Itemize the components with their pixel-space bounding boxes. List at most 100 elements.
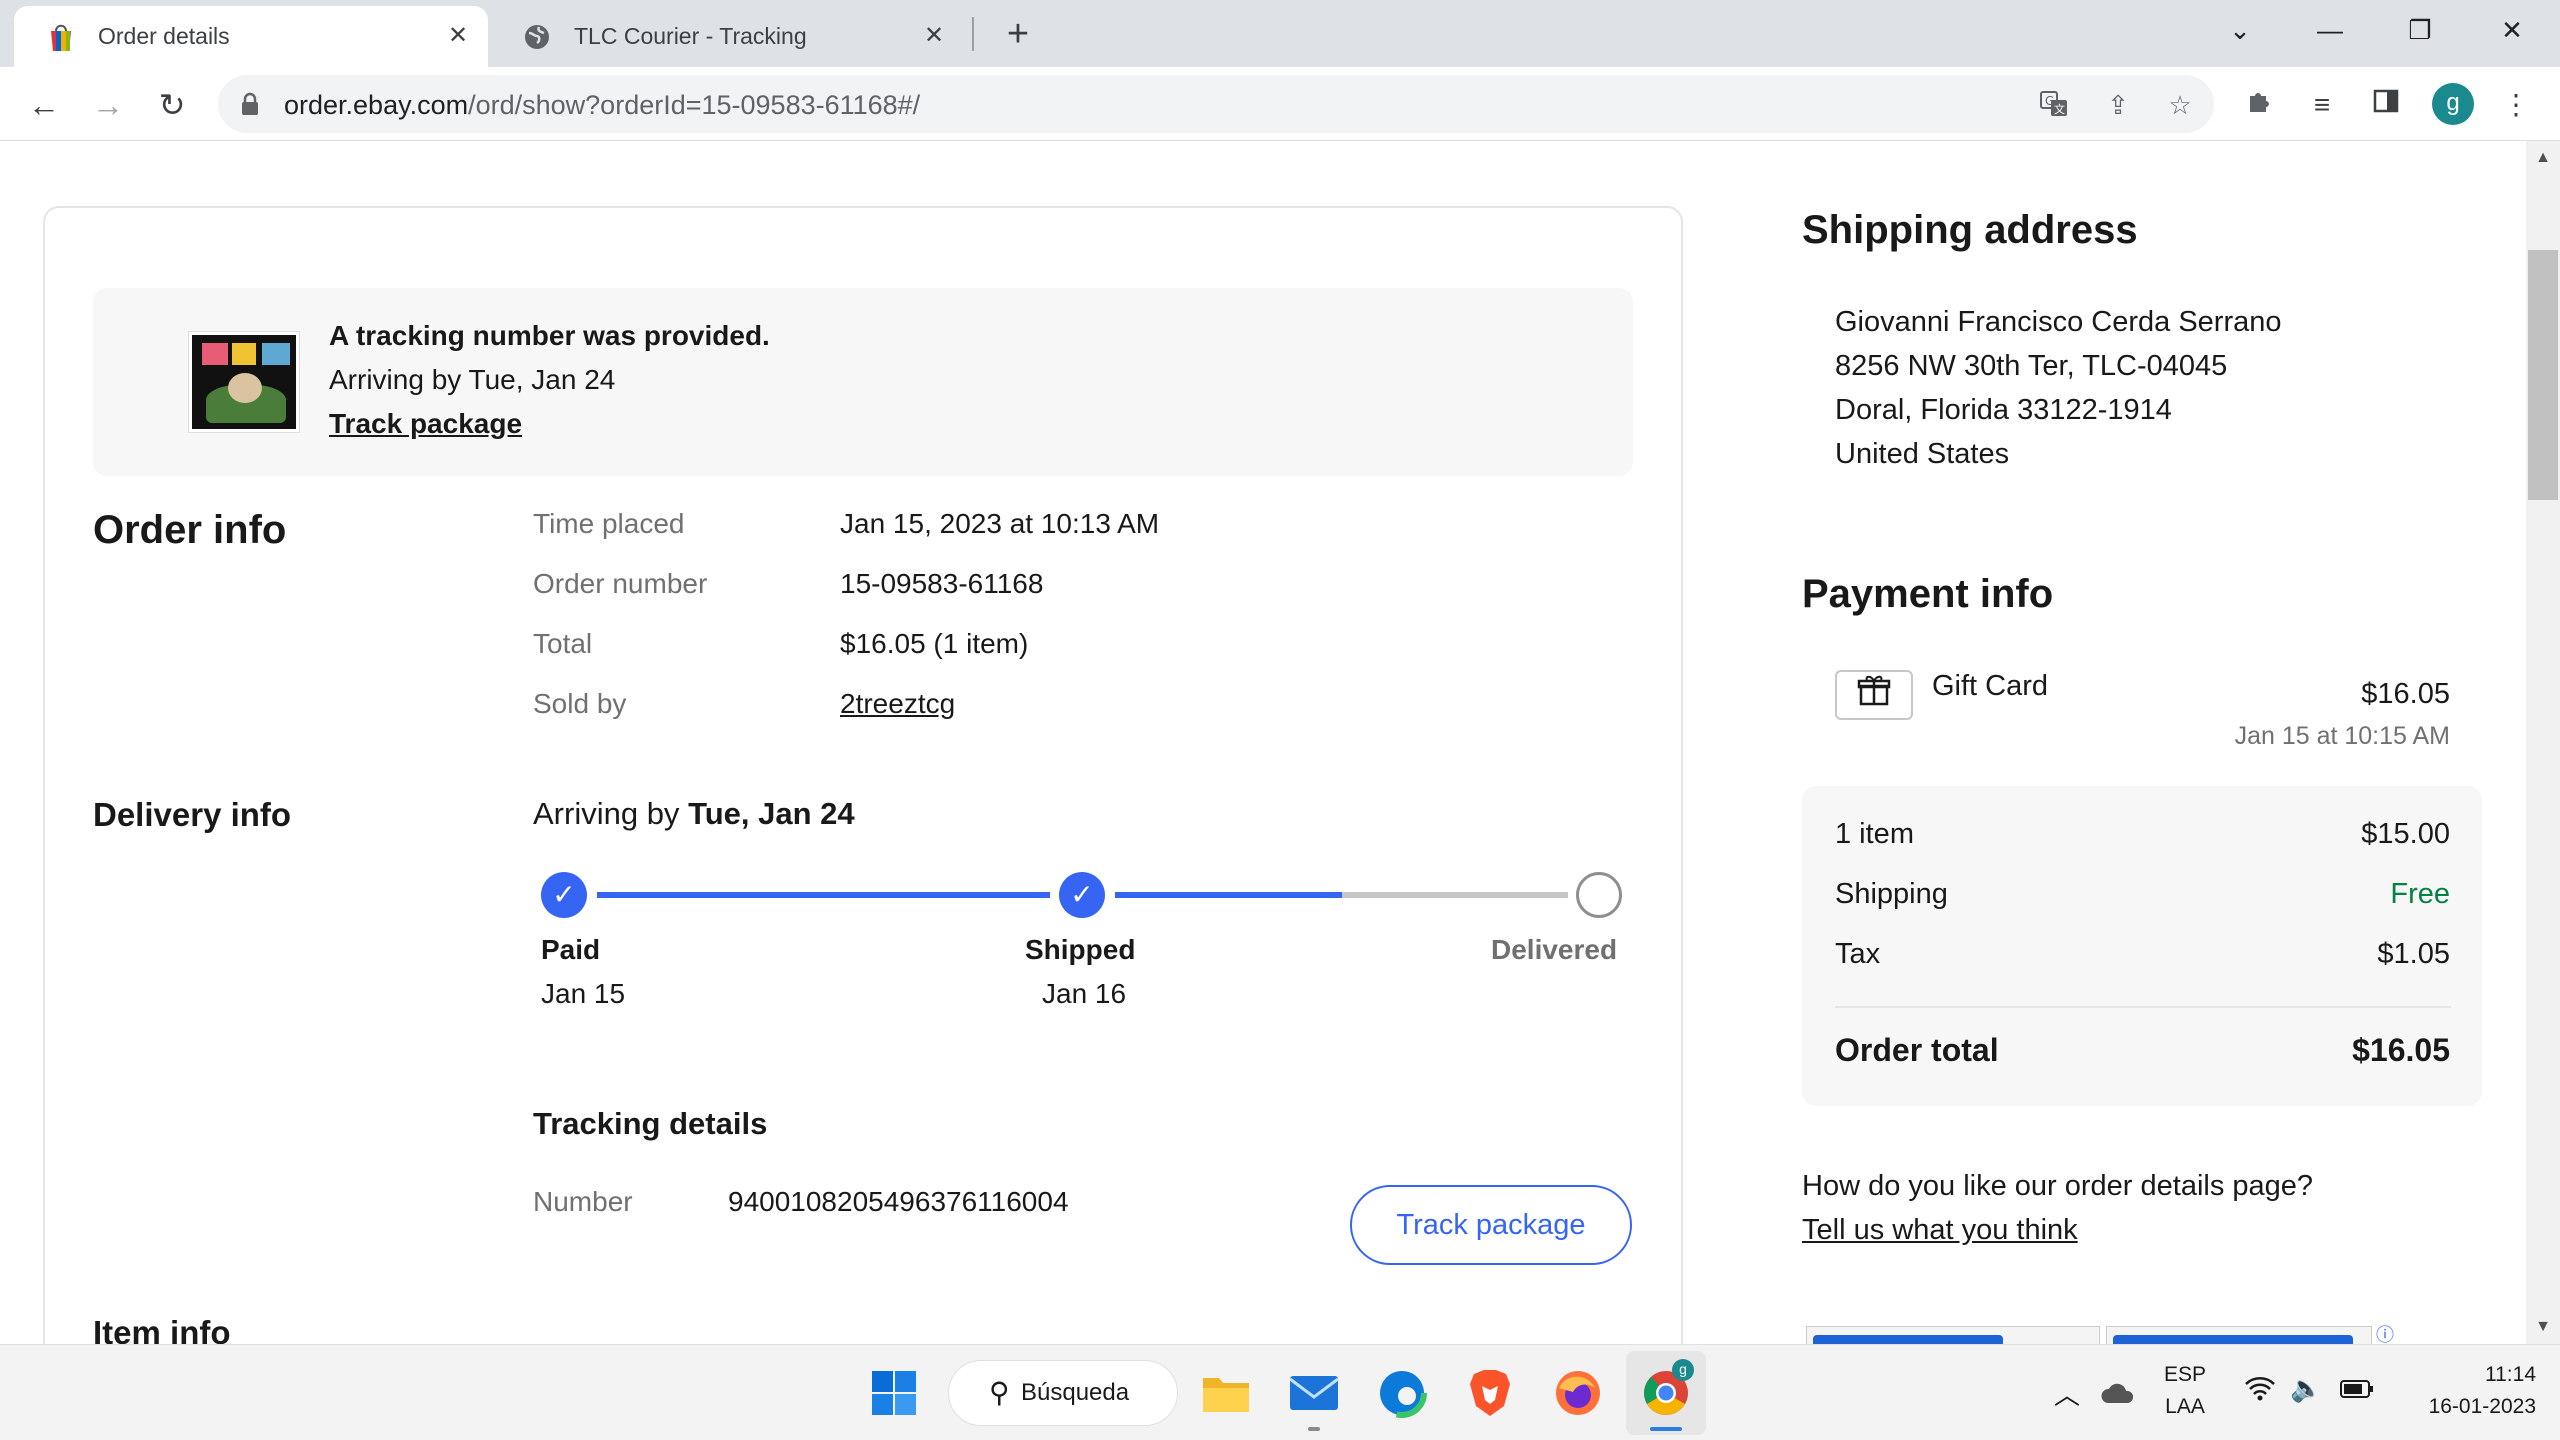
close-tab-icon[interactable]: ✕: [444, 22, 472, 50]
item-thumbnail[interactable]: [189, 332, 299, 432]
ad-info-icon[interactable]: ⓘ: [2376, 1326, 2396, 1344]
clock-date[interactable]: 16-01-2023: [2400, 1395, 2536, 1419]
tracking-details-heading: Tracking details: [533, 1106, 768, 1141]
summary-items-value: $15.00: [2361, 818, 2450, 850]
extensions-puzzle-icon[interactable]: [2240, 85, 2280, 125]
arrival-date: Tue, Jan 24: [688, 796, 855, 831]
address-bar[interactable]: order.ebay.com/ord/show?orderId=15-09583…: [218, 75, 2214, 133]
translate-icon[interactable]: G文: [2038, 89, 2070, 121]
search-icon: ⚲: [989, 1377, 1010, 1408]
progress-segment-paid-shipped: [597, 892, 1050, 898]
address-city: Doral, Florida 33122-1914: [1835, 394, 2172, 426]
url-text[interactable]: order.ebay.com/ord/show?orderId=15-09583…: [284, 90, 920, 121]
profile-avatar[interactable]: g: [2432, 83, 2474, 125]
close-tab-icon[interactable]: ✕: [920, 22, 948, 50]
tab-search-chevron-icon[interactable]: ⌄: [2218, 10, 2262, 50]
seller-link[interactable]: 2treeztcg: [840, 688, 955, 720]
progress-fill-shipping: [1115, 892, 1342, 898]
total-value: $16.05 (1 item): [840, 628, 1029, 659]
step-paid-check-icon: ✓: [541, 872, 587, 918]
tracking-number-value: 9400108205496376116004: [728, 1186, 1069, 1217]
chrome-running-indicator: [1650, 1427, 1682, 1431]
lock-icon[interactable]: [240, 92, 260, 121]
payment-info-heading: Payment info: [1802, 572, 2054, 616]
svg-text:文: 文: [2054, 102, 2065, 116]
tab-title: TLC Courier - Tracking: [574, 23, 807, 49]
step-shipped-check-icon: ✓: [1059, 872, 1105, 918]
ad-banner-partial-2[interactable]: [2106, 1326, 2372, 1345]
delivery-arrival: Arriving by Tue, Jan 24: [533, 796, 855, 832]
volume-icon[interactable]: 🔈: [2290, 1373, 2322, 1404]
sold-by-label: Sold by: [533, 688, 627, 719]
windows-taskbar: ⚲ Búsqueda g ︿ ESP LAA 🔈 11:14 16-01-202…: [0, 1344, 2560, 1440]
payment-method: Gift Card: [1932, 670, 2049, 702]
feedback-link[interactable]: Tell us what you think: [1802, 1214, 2078, 1247]
summary-shipping-label: Shipping: [1835, 878, 1948, 910]
bookmark-star-icon[interactable]: ☆: [2164, 89, 2196, 121]
show-hidden-icons-chevron-icon[interactable]: ︿: [2054, 1375, 2080, 1412]
onedrive-cloud-icon[interactable]: [2090, 1365, 2146, 1421]
time-placed-value: Jan 15, 2023 at 10:13 AM: [840, 508, 1160, 539]
taskbar-search[interactable]: ⚲ Búsqueda: [948, 1360, 1178, 1426]
address-name: Giovanni Francisco Cerda Serrano: [1835, 306, 2282, 338]
url-path: /ord/show?orderId=15-09583-61168#/: [468, 90, 921, 120]
language-code[interactable]: ESP: [2160, 1363, 2210, 1387]
url-host: order.ebay.com: [284, 90, 469, 120]
ad-banner-partial[interactable]: [1806, 1326, 2100, 1345]
reload-button[interactable]: ↻: [150, 83, 194, 127]
edge-browser-icon[interactable]: [1374, 1365, 1430, 1421]
close-window-button[interactable]: ✕: [2490, 10, 2534, 50]
battery-icon[interactable]: [2340, 1379, 2374, 1405]
clock-time[interactable]: 11:14: [2426, 1363, 2536, 1387]
summary-divider: [1835, 1006, 2451, 1008]
step-delivered-label: Delivered: [1491, 934, 1618, 965]
scroll-down-arrow-icon[interactable]: ▼: [2526, 1312, 2560, 1342]
step-paid-label: Paid: [541, 934, 601, 965]
time-placed-label: Time placed: [533, 508, 685, 539]
payment-date: Jan 15 at 10:15 AM: [2234, 722, 2450, 750]
mail-icon[interactable]: [1286, 1365, 1342, 1421]
tab-title: Order details: [98, 23, 230, 49]
banner-track-package-link[interactable]: Track package: [329, 408, 522, 440]
brave-browser-icon[interactable]: [1462, 1365, 1518, 1421]
summary-tax-value: $1.05: [2377, 938, 2450, 970]
summary-shipping-value: Free: [2390, 878, 2450, 910]
step-shipped-date: Jan 16: [1042, 978, 1127, 1009]
new-tab-button[interactable]: +: [998, 12, 1038, 56]
restore-button[interactable]: ❐: [2398, 10, 2442, 50]
arrival-prefix: Arriving by: [533, 796, 680, 831]
tab-order-details[interactable]: Order details ✕: [14, 6, 488, 67]
back-button[interactable]: ←: [22, 83, 66, 127]
firefox-icon[interactable]: [1550, 1365, 1606, 1421]
file-explorer-icon[interactable]: [1198, 1365, 1254, 1421]
chrome-menu-icon[interactable]: ⋮: [2496, 85, 2536, 125]
order-number-value: 15-09583-61168: [840, 568, 1044, 599]
chrome-profile-badge: g: [1672, 1359, 1694, 1381]
track-package-button[interactable]: Track package: [1350, 1185, 1632, 1265]
address-street: 8256 NW 30th Ter, TLC-04045: [1835, 350, 2228, 382]
side-panel-icon[interactable]: [2366, 85, 2406, 125]
share-icon[interactable]: ⇪: [2102, 89, 2134, 121]
wifi-icon[interactable]: [2244, 1375, 2276, 1408]
tab-tlc-courier[interactable]: TLC Courier - Tracking ✕: [490, 6, 964, 67]
forward-button[interactable]: →: [86, 83, 130, 127]
tracking-number-label: Number: [533, 1186, 633, 1217]
step-delivered-circle-icon: [1576, 872, 1622, 918]
windows-start-icon[interactable]: [866, 1365, 922, 1421]
payment-amount: $16.05: [2361, 678, 2450, 710]
keyboard-layout[interactable]: LAA: [2160, 1395, 2210, 1419]
tracking-banner: A tracking number was provided. Arriving…: [93, 288, 1633, 476]
step-shipped-label: Shipped: [1025, 934, 1136, 965]
order-info-heading: Order info: [93, 508, 287, 552]
media-queue-icon[interactable]: ≡: [2302, 85, 2342, 125]
scroll-up-arrow-icon[interactable]: ▲: [2526, 143, 2560, 173]
delivery-info-heading: Delivery info: [93, 796, 292, 833]
order-total-label: Order total: [1835, 1032, 1999, 1068]
step-paid-date: Jan 15: [541, 978, 626, 1009]
browser-tab-strip: Order details ✕ TLC Courier - Tracking ✕…: [0, 0, 2560, 67]
shipping-address-heading: Shipping address: [1802, 208, 2138, 252]
banner-title: A tracking number was provided.: [329, 320, 770, 351]
scrollbar-thumb[interactable]: [2528, 250, 2558, 500]
minimize-button[interactable]: —: [2308, 10, 2352, 50]
address-country: United States: [1835, 438, 2010, 470]
